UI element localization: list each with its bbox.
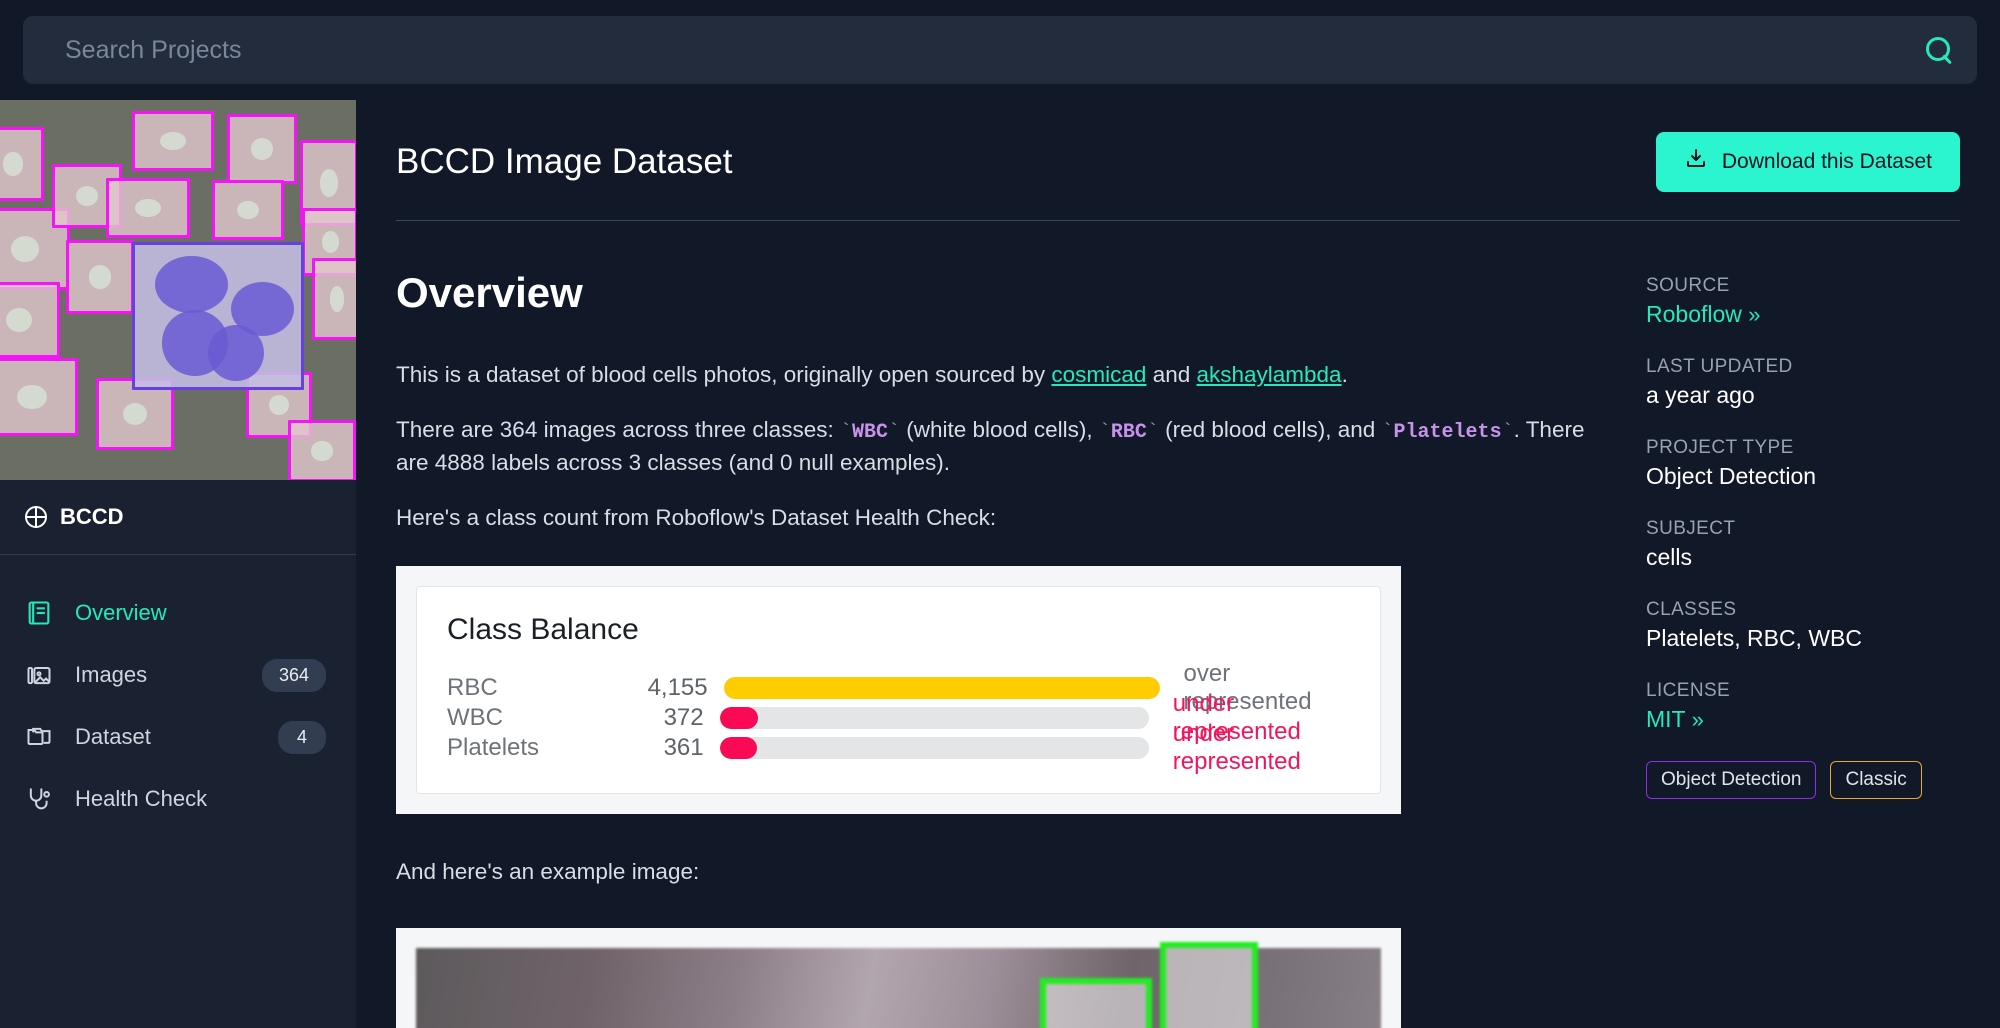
code-wbc: `WBC`: [840, 421, 900, 444]
overview-article: Overview This is a dataset of blood cell…: [356, 221, 1646, 1028]
stethoscope-icon: [25, 785, 53, 813]
sidebar-item-label: Health Check: [75, 786, 326, 812]
meta-group-subject: SUBJECT cells: [1646, 518, 1976, 571]
meta-group-license: LICENSE MIT »: [1646, 680, 1976, 733]
sidebar-item-overview[interactable]: Overview: [0, 582, 356, 644]
meta-label: PROJECT TYPE: [1646, 437, 1976, 459]
chart-value-label: 361: [619, 734, 720, 762]
paragraph-classes: There are 364 images across three classe…: [396, 414, 1606, 479]
meta-value-subject: cells: [1646, 544, 1976, 571]
meta-label: SUBJECT: [1646, 518, 1976, 540]
chevron-right-icon: »: [1748, 302, 1760, 327]
page-header: BCCD Image Dataset Download this Dataset: [356, 100, 2000, 192]
page-title: BCCD Image Dataset: [396, 142, 733, 182]
meta-value-project-type: Object Detection: [1646, 463, 1976, 490]
example-image-figure: [396, 928, 1401, 1028]
link-akshaylambda[interactable]: akshaylambda: [1196, 362, 1341, 387]
code-rbc: `RBC`: [1099, 421, 1159, 444]
project-thumbnail[interactable]: [0, 100, 356, 480]
project-header[interactable]: BCCD: [0, 480, 356, 555]
link-cosmicad[interactable]: cosmicad: [1051, 362, 1146, 387]
chart-row: Platelets 361 under represented: [447, 733, 1350, 763]
main-content: BCCD Image Dataset Download this Dataset…: [356, 100, 2000, 1028]
chart-bar-track: [720, 737, 1149, 759]
meta-label: CLASSES: [1646, 599, 1976, 621]
sidebar-item-dataset[interactable]: Dataset 4: [0, 706, 356, 768]
download-dataset-button[interactable]: Download this Dataset: [1656, 132, 1960, 192]
sidebar-item-health-check[interactable]: Health Check: [0, 768, 356, 830]
chart-value-label: 372: [619, 704, 720, 732]
sidebar-item-label: Images: [75, 662, 240, 688]
globe-icon: [25, 506, 47, 528]
search-container[interactable]: [23, 16, 1977, 84]
classes-text-c: (red blood cells), and: [1159, 417, 1382, 442]
meta-group-classes: CLASSES Platelets, RBC, WBC: [1646, 599, 1976, 652]
chart-category-label: RBC: [447, 674, 621, 702]
dataset-count-badge: 4: [278, 721, 326, 754]
meta-value-classes: Platelets, RBC, WBC: [1646, 625, 1976, 652]
search-icon[interactable]: [1926, 37, 1953, 64]
overview-heading: Overview: [396, 269, 1606, 317]
document-icon: [25, 599, 53, 627]
tag-object-detection[interactable]: Object Detection: [1646, 761, 1816, 799]
meta-label: LICENSE: [1646, 680, 1976, 702]
chart-category-label: Platelets: [447, 734, 619, 762]
sidebar-item-label: Dataset: [75, 724, 256, 750]
download-icon: [1684, 147, 1708, 177]
paragraph-example: And here's an example image:: [396, 856, 1606, 888]
project-name: BCCD: [60, 504, 124, 530]
meta-value-license[interactable]: MIT »: [1646, 706, 1976, 733]
chevron-right-icon: »: [1692, 707, 1704, 732]
chart-bar-track: [720, 707, 1149, 729]
images-count-badge: 364: [262, 659, 326, 692]
classes-text-a: There are 364 images across three classe…: [396, 417, 840, 442]
example-image[interactable]: [416, 948, 1381, 1028]
top-search-bar: [0, 0, 2000, 100]
chart-row-note: under represented: [1149, 720, 1350, 776]
folder-icon: [25, 723, 53, 751]
sidebar-item-images[interactable]: Images 364: [0, 644, 356, 706]
sidebar-item-label: Overview: [75, 600, 326, 626]
download-button-label: Download this Dataset: [1722, 150, 1932, 174]
left-sidebar: BCCD Overview Images: [0, 100, 356, 1028]
chart-title: Class Balance: [447, 613, 1350, 647]
search-input[interactable]: [65, 36, 1926, 65]
metadata-sidebar: SOURCE Roboflow » LAST UPDATED a year ag…: [1646, 221, 2000, 1028]
chart-category-label: WBC: [447, 704, 619, 732]
meta-group-project-type: PROJECT TYPE Object Detection: [1646, 437, 1976, 490]
classes-text-b: (white blood cells),: [900, 417, 1099, 442]
chart-bar-fill: [724, 677, 1160, 699]
chart-bar-fill: [720, 737, 757, 759]
intro-text-mid: and: [1146, 362, 1196, 387]
chart-value-label: 4,155: [621, 674, 723, 702]
tag-list: Object Detection Classic: [1646, 761, 1976, 799]
intro-text-before: This is a dataset of blood cells photos,…: [396, 362, 1051, 387]
tag-classic[interactable]: Classic: [1830, 761, 1921, 799]
chart-bar-track: [724, 677, 1160, 699]
intro-text-after: .: [1342, 362, 1348, 387]
meta-group-last-updated: LAST UPDATED a year ago: [1646, 356, 1976, 409]
meta-group-source: SOURCE Roboflow »: [1646, 275, 1976, 328]
sidebar-nav: Overview Images 364 Dataset: [0, 555, 356, 830]
meta-value-source[interactable]: Roboflow »: [1646, 301, 1976, 328]
paragraph-intro: This is a dataset of blood cells photos,…: [396, 359, 1606, 391]
meta-label: SOURCE: [1646, 275, 1976, 297]
class-balance-card: Class Balance RBC 4,155 over represented…: [416, 586, 1381, 794]
paragraph-health-check: Here's a class count from Roboflow's Dat…: [396, 502, 1606, 534]
chart-bar-fill: [720, 707, 759, 729]
meta-label: LAST UPDATED: [1646, 356, 1976, 378]
code-platelets: `Platelets`: [1382, 421, 1514, 444]
meta-value-last-updated: a year ago: [1646, 382, 1976, 409]
class-balance-figure: Class Balance RBC 4,155 over represented…: [396, 566, 1401, 814]
images-icon: [25, 661, 53, 689]
